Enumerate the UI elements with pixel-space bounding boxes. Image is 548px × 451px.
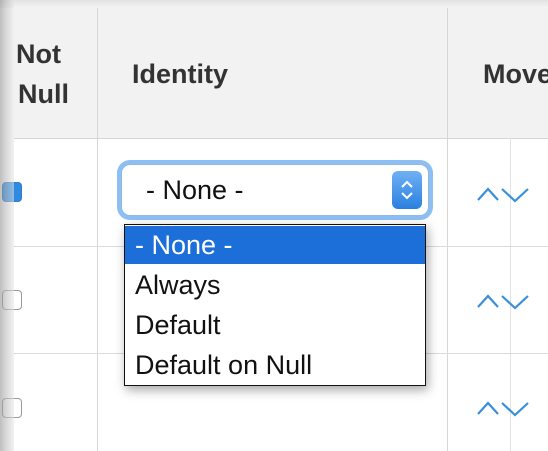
chevron-down-icon — [501, 402, 529, 417]
move-chevrons — [477, 401, 529, 417]
column-divider — [97, 8, 98, 451]
option-default-on-null[interactable]: Default on Null — [125, 346, 425, 384]
header-move: Move — [483, 59, 548, 89]
move-controls — [476, 180, 546, 208]
move-chevrons — [477, 187, 529, 203]
move-controls — [476, 394, 546, 422]
move-chevrons — [477, 294, 529, 310]
identity-select-value: - None - — [146, 175, 244, 205]
select-arrows-glyph — [401, 180, 413, 200]
chevron-down-icon — [501, 295, 529, 310]
identity-select[interactable]: - None - — [121, 164, 429, 216]
option-always[interactable]: Always — [125, 266, 425, 304]
header-not-null-line1: Not — [16, 39, 61, 69]
up-down-arrows-icon[interactable] — [392, 171, 422, 209]
move-controls — [476, 287, 546, 315]
table-header-row — [14, 8, 548, 139]
option-default[interactable]: Default — [125, 306, 425, 344]
top-edge — [0, 0, 548, 8]
table-screenshot: Not Null Identity Move - None - - None -… — [0, 0, 548, 451]
left-edge-shadow — [0, 0, 14, 451]
chevron-up-icon — [477, 187, 499, 201]
option-none[interactable]: - None - — [125, 226, 425, 264]
header-not-null-line2: Null — [18, 79, 69, 109]
chevron-down-icon — [501, 188, 529, 203]
chevron-up-icon — [477, 401, 499, 415]
chevron-up-icon — [477, 294, 499, 308]
header-identity: Identity — [132, 59, 229, 89]
column-divider — [447, 8, 448, 451]
identity-dropdown-list: - None - Always Default Default on Null — [124, 224, 426, 386]
